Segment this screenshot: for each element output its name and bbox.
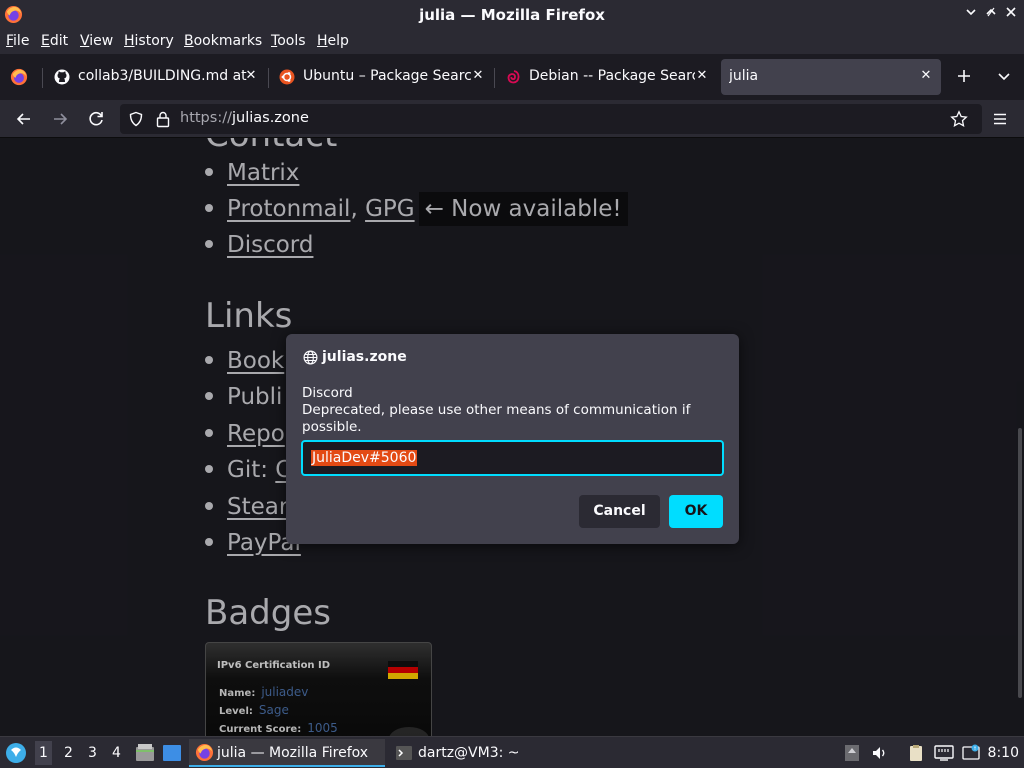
prompt-dialog: julias.zone Discord Deprecated, please u… <box>286 334 739 544</box>
menu-tools-rest: ools <box>277 33 306 49</box>
menu-bookmarks[interactable]: Bookmarks <box>184 33 262 49</box>
globe-icon <box>303 350 318 369</box>
menu-help-rest: elp <box>327 33 349 49</box>
menu-file[interactable]: File <box>6 33 29 49</box>
tab-separator <box>42 68 43 88</box>
close-tab-icon[interactable]: ✕ <box>471 69 485 83</box>
close-window-icon[interactable] <box>1003 6 1019 22</box>
menu-help[interactable]: Help <box>317 33 349 49</box>
maximize-icon[interactable] <box>983 6 999 22</box>
firefox-icon <box>195 743 214 766</box>
url-host: julias.zone <box>231 110 309 126</box>
terminal-icon <box>395 744 413 766</box>
desktop: julia — Mozilla Firefox File Edit View H… <box>0 0 1024 768</box>
notifications-icon[interactable] <box>962 744 980 762</box>
lock-icon[interactable] <box>155 110 171 132</box>
volume-icon[interactable] <box>871 744 889 762</box>
tab-label: julia <box>729 68 759 84</box>
clipboard-icon[interactable] <box>907 744 925 762</box>
menu-bookmarks-rest: ookmarks <box>193 33 263 49</box>
url-text[interactable]: https://julias.zone <box>180 110 309 126</box>
close-tab-icon[interactable]: ✕ <box>695 69 709 83</box>
app-menu-icon[interactable] <box>989 108 1011 130</box>
menu-bar: File Edit View History Bookmarks Tools H… <box>0 29 1024 54</box>
dialog-message-title: Discord <box>302 385 353 401</box>
menu-history-rest: istory <box>134 33 174 49</box>
back-icon[interactable] <box>13 108 35 130</box>
list-all-tabs-icon[interactable] <box>995 67 1013 85</box>
taskbar-task-terminal[interactable]: dartz@VM3: ~ <box>390 739 530 767</box>
window-title: julia — Mozilla Firefox <box>419 6 605 24</box>
tab-label: Ubuntu – Package Search <box>303 68 471 84</box>
workspace-2[interactable]: 2 <box>64 745 73 761</box>
tab-bar: collab3/BUILDING.md at ✕ Ubuntu – Packag… <box>0 54 1024 100</box>
url-bar[interactable]: https://julias.zone <box>120 104 982 134</box>
new-tab-icon[interactable] <box>955 67 973 85</box>
clock[interactable]: 8:10 <box>988 745 1019 761</box>
tab-debian[interactable]: Debian -- Package Search ✕ <box>495 59 719 95</box>
forward-icon[interactable] <box>49 108 71 130</box>
tab-julia[interactable]: julia ✕ <box>721 59 941 95</box>
updates-icon[interactable] <box>844 744 862 762</box>
ubuntu-icon <box>279 69 295 85</box>
ok-button[interactable]: OK <box>669 495 723 528</box>
tab-label: collab3/BUILDING.md at <box>78 68 247 84</box>
github-icon <box>54 69 70 85</box>
task-label: dartz@VM3: ~ <box>418 745 520 761</box>
reload-icon[interactable] <box>85 108 107 130</box>
taskbar: 1 2 3 4 julia — Mozilla Firefox dartz@VM… <box>0 736 1024 768</box>
menu-file-key: F <box>6 33 14 49</box>
tab-github[interactable]: collab3/BUILDING.md at ✕ <box>44 59 266 95</box>
bookmark-star-icon[interactable] <box>950 110 968 132</box>
app-launcher-icon[interactable] <box>5 742 27 768</box>
menu-edit-key: E <box>41 33 50 49</box>
menu-history-key: H <box>124 33 135 49</box>
url-scheme: https:// <box>180 110 232 126</box>
menu-edit-rest: dit <box>49 33 69 49</box>
workspace-4[interactable]: 4 <box>112 745 121 761</box>
taskbar-task-firefox[interactable]: julia — Mozilla Firefox <box>189 739 385 767</box>
navigation-toolbar: https://julias.zone <box>0 100 1024 138</box>
tab-label: Debian -- Package Search <box>529 68 695 84</box>
close-tab-icon[interactable]: ✕ <box>244 69 258 83</box>
menu-edit[interactable]: Edit <box>41 33 68 49</box>
task-label: julia — Mozilla Firefox <box>217 745 369 761</box>
selected-input-text: JuliaDev#5060 <box>311 450 418 466</box>
menu-view[interactable]: View <box>80 33 113 49</box>
tracking-protection-shield-icon[interactable] <box>128 111 144 131</box>
menu-tools[interactable]: Tools <box>271 33 306 49</box>
debian-icon <box>505 69 521 85</box>
menu-file-rest: ile <box>13 33 30 49</box>
menu-help-key: H <box>317 33 328 49</box>
window-titlebar: julia — Mozilla Firefox <box>0 0 1024 29</box>
show-desktop-icon[interactable] <box>162 744 182 766</box>
menu-view-key: V <box>80 33 90 49</box>
close-tab-icon[interactable]: ✕ <box>919 69 933 83</box>
menu-view-rest: iew <box>89 33 114 49</box>
tab-ubuntu[interactable]: Ubuntu – Package Search ✕ <box>269 59 493 95</box>
dialog-text-input[interactable]: JuliaDev#5060 <box>301 440 724 476</box>
firefox-view-icon[interactable] <box>10 68 28 90</box>
cancel-button[interactable]: Cancel <box>579 495 660 528</box>
workspace-1[interactable]: 1 <box>35 741 52 765</box>
menu-history[interactable]: History <box>124 33 174 49</box>
menu-bookmarks-key: B <box>184 33 194 49</box>
workspace-3[interactable]: 3 <box>88 745 97 761</box>
dialog-message-body: Deprecated, please use other means of co… <box>302 402 691 435</box>
minimize-icon[interactable] <box>963 6 979 22</box>
dialog-site-title: julias.zone <box>322 349 407 365</box>
file-manager-icon[interactable] <box>135 743 155 767</box>
network-icon[interactable] <box>934 744 954 762</box>
